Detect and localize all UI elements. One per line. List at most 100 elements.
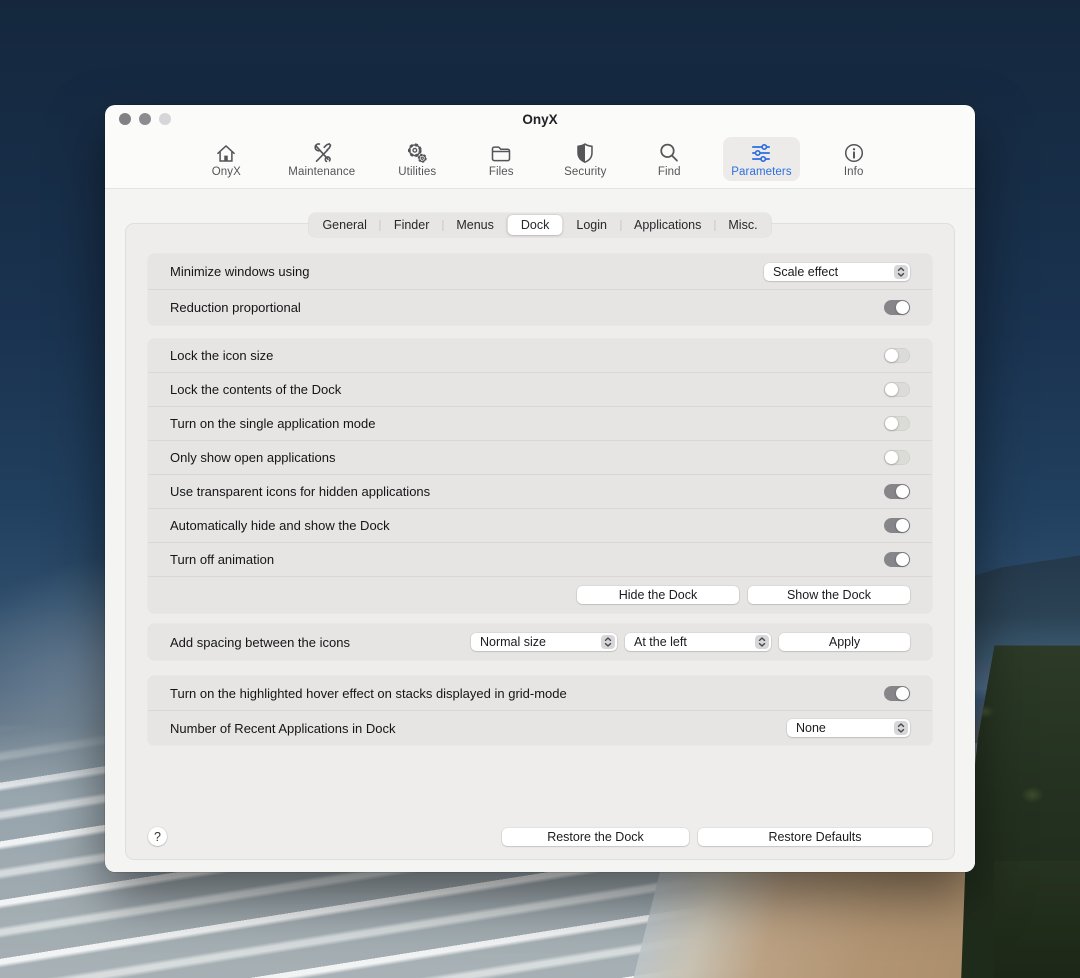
settings-row: Turn on the highlighted hover effect on … xyxy=(148,676,932,710)
auto-hide-dock-toggle[interactable] xyxy=(884,518,910,533)
tab-finder[interactable]: Finder xyxy=(381,215,442,235)
titlebar[interactable]: OnyX xyxy=(105,105,975,133)
help-button[interactable]: ? xyxy=(148,827,167,846)
group-spacing: Add spacing between the icons Normal siz… xyxy=(148,624,932,660)
updown-chevrons-icon xyxy=(601,635,615,649)
stacks-hover-effect-toggle[interactable] xyxy=(884,686,910,701)
settings-row: Turn on the single application mode xyxy=(148,406,932,440)
apply-button[interactable]: Apply xyxy=(779,633,910,651)
row-label: Lock the contents of the Dock xyxy=(170,382,884,397)
tab-dock[interactable]: Dock xyxy=(508,215,562,235)
toggle-knob xyxy=(885,451,898,464)
toolbar-item-label: Parameters xyxy=(731,166,791,178)
select-value: Normal size xyxy=(480,635,546,649)
toolbar-item-label: Maintenance xyxy=(288,166,355,178)
toggle-knob xyxy=(896,519,909,532)
reduction-proportional-toggle[interactable] xyxy=(884,300,910,315)
tab-misc[interactable]: Misc. xyxy=(715,215,770,235)
toolbar-item-security[interactable]: Security xyxy=(555,137,615,181)
home-icon xyxy=(214,141,238,165)
tab-general[interactable]: General xyxy=(309,215,379,235)
row-label: Reduction proportional xyxy=(170,300,884,315)
transparent-hidden-icons-toggle[interactable] xyxy=(884,484,910,499)
toolbar-item-label: Security xyxy=(564,166,606,178)
tab-menus[interactable]: Menus xyxy=(443,215,507,235)
sliders-icon xyxy=(749,141,773,165)
toolbar-item-utilities[interactable]: Utilities xyxy=(387,137,447,181)
updown-chevrons-icon xyxy=(894,265,908,279)
only-open-applications-toggle[interactable] xyxy=(884,450,910,465)
row-label: Number of Recent Applications in Dock xyxy=(170,721,787,736)
toolbar-item-label: Files xyxy=(489,166,514,178)
row-label: Add spacing between the icons xyxy=(170,635,471,650)
row-label: Turn on the single application mode xyxy=(170,416,884,431)
dock-settings-panel: General Finder Menus Dock Login Applicat… xyxy=(125,223,955,860)
toolbar-item-label: Utilities xyxy=(398,166,436,178)
settings-row: Use transparent icons for hidden applica… xyxy=(148,474,932,508)
tab-applications[interactable]: Applications xyxy=(621,215,714,235)
show-dock-button[interactable]: Show the Dock xyxy=(748,586,910,604)
shield-icon xyxy=(573,141,597,165)
toggle-knob xyxy=(885,417,898,430)
settings-row: Turn off animation xyxy=(148,542,932,576)
folder-icon xyxy=(489,141,513,165)
row-label: Automatically hide and show the Dock xyxy=(170,518,884,533)
hide-dock-button[interactable]: Hide the Dock xyxy=(577,586,739,604)
row-label: Minimize windows using xyxy=(170,264,764,279)
onyx-window: OnyX OnyX Maintenance xyxy=(105,105,975,872)
toolbar-item-find[interactable]: Find xyxy=(639,137,699,181)
recent-applications-select[interactable]: None xyxy=(787,719,910,737)
toolbar-item-maintenance[interactable]: Maintenance xyxy=(280,137,363,181)
dock-buttons-row: Hide the Dock Show the Dock xyxy=(148,576,932,613)
row-label: Turn on the highlighted hover effect on … xyxy=(170,686,884,701)
toolbar: OnyX Maintenance Utilities xyxy=(105,133,975,189)
updown-chevrons-icon xyxy=(755,635,769,649)
settings-row: Automatically hide and show the Dock xyxy=(148,508,932,542)
window-title: OnyX xyxy=(105,105,975,133)
toolbar-item-info[interactable]: Info xyxy=(824,137,884,181)
wallpaper-forest-bottom xyxy=(994,861,1080,978)
settings-row: Lock the icon size xyxy=(148,339,932,372)
single-application-mode-toggle[interactable] xyxy=(884,416,910,431)
lock-icon-size-toggle[interactable] xyxy=(884,348,910,363)
info-icon xyxy=(842,141,866,165)
toggle-knob xyxy=(896,485,909,498)
restore-dock-button[interactable]: Restore the Dock xyxy=(502,828,689,846)
toggle-knob xyxy=(885,349,898,362)
toolbar-item-parameters[interactable]: Parameters xyxy=(723,137,799,181)
settings-row: Only show open applications xyxy=(148,440,932,474)
settings-row: Reduction proportional xyxy=(148,289,932,325)
toolbar-item-label: OnyX xyxy=(212,166,241,178)
settings-row: Add spacing between the icons Normal siz… xyxy=(148,624,932,660)
tools-icon xyxy=(310,141,334,165)
toggle-knob xyxy=(896,553,909,566)
settings-row: Lock the contents of the Dock xyxy=(148,372,932,406)
select-value: None xyxy=(796,721,826,735)
tab-login[interactable]: Login xyxy=(563,215,620,235)
toolbar-item-files[interactable]: Files xyxy=(471,137,531,181)
settings-row: Minimize windows using Scale effect xyxy=(148,254,932,289)
turn-off-animation-toggle[interactable] xyxy=(884,552,910,567)
row-label: Turn off animation xyxy=(170,552,884,567)
toggle-knob xyxy=(885,383,898,396)
select-value: At the left xyxy=(634,635,687,649)
toggle-knob xyxy=(896,687,909,700)
toolbar-item-label: Find xyxy=(658,166,681,178)
restore-defaults-button[interactable]: Restore Defaults xyxy=(698,828,932,846)
parameters-tabbar: General Finder Menus Dock Login Applicat… xyxy=(308,213,771,237)
toolbar-item-onyx[interactable]: OnyX xyxy=(196,137,256,181)
spacing-position-select[interactable]: At the left xyxy=(625,633,771,651)
select-value: Scale effect xyxy=(773,265,838,279)
group-dock-options: Lock the icon size Lock the contents of … xyxy=(148,339,932,613)
parameters-pane: General Finder Menus Dock Login Applicat… xyxy=(105,189,975,872)
lock-dock-contents-toggle[interactable] xyxy=(884,382,910,397)
group-stacks: Turn on the highlighted hover effect on … xyxy=(148,676,932,745)
group-minimize: Minimize windows using Scale effect Redu… xyxy=(148,254,932,325)
settings-row: Number of Recent Applications in Dock No… xyxy=(148,710,932,745)
spacing-size-select[interactable]: Normal size xyxy=(471,633,617,651)
toolbar-item-label: Info xyxy=(844,166,864,178)
row-label: Lock the icon size xyxy=(170,348,884,363)
search-icon xyxy=(657,141,681,165)
minimize-effect-select[interactable]: Scale effect xyxy=(764,263,910,281)
row-label: Use transparent icons for hidden applica… xyxy=(170,484,884,499)
